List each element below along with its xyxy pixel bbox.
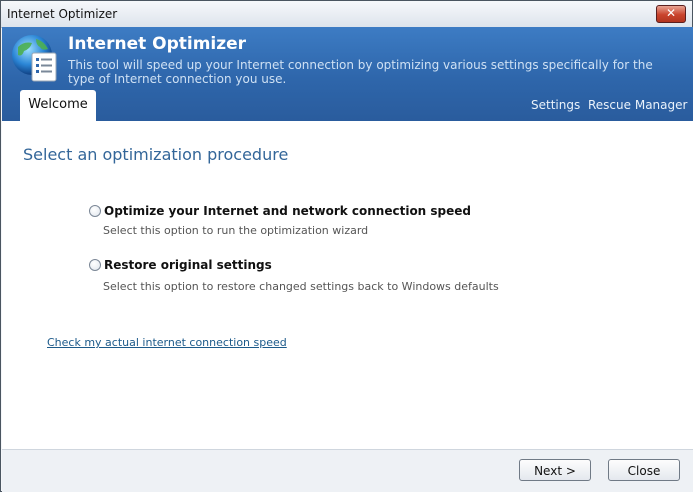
optimize-option-label[interactable]: Optimize your Internet and network conne… [104,204,471,218]
title-bar: Internet Optimizer ✕ [1,1,692,28]
restore-option-description: Select this option to restore changed se… [103,280,499,293]
optimize-radio[interactable] [89,205,101,217]
window-title: Internet Optimizer [7,7,118,21]
header-banner: Internet Optimizer This tool will speed … [2,27,693,122]
main-content: Select an optimization procedure Optimiz… [2,121,693,449]
check-speed-link[interactable]: Check my actual internet connection spee… [47,336,287,349]
rescue-manager-link[interactable]: Rescue Manager [588,98,687,112]
settings-link[interactable]: Settings [531,98,580,112]
window-close-button[interactable]: ✕ [656,5,686,23]
optimize-option-description: Select this option to run the optimizati… [103,224,369,237]
app-window: Internet Optimizer ✕ Internet Optimizer … [0,0,693,492]
tab-welcome[interactable]: Welcome [20,90,96,122]
app-title: Internet Optimizer [68,34,247,54]
close-button[interactable]: Close [608,459,680,481]
next-button[interactable]: Next > [519,459,591,481]
restore-option-label[interactable]: Restore original settings [104,258,272,272]
footer-bar: Next > Close [2,449,693,492]
app-description: This tool will speed up your Internet co… [68,58,653,86]
restore-radio[interactable] [89,259,101,271]
globe-checklist-icon [12,35,57,82]
section-title: Select an optimization procedure [23,145,289,164]
